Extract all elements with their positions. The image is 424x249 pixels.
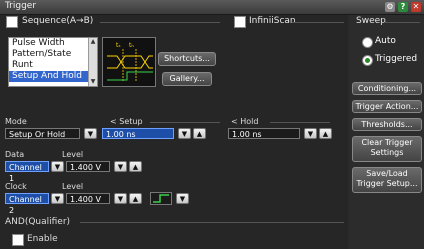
- conditioning-button[interactable]: Conditioning...: [352, 82, 422, 95]
- list-item[interactable]: Pulse Width: [9, 38, 97, 49]
- qualifier-enable-label: Enable: [27, 234, 58, 244]
- clock-label: Clock: [5, 182, 27, 191]
- list-item-selected[interactable]: Setup And Hold: [9, 71, 97, 82]
- clear-trigger-settings-button[interactable]: Clear Trigger Settings: [352, 136, 422, 162]
- shortcuts-button[interactable]: Shortcuts...: [158, 52, 216, 66]
- clear-trigger-label-2: Settings: [370, 148, 404, 157]
- gear-icon[interactable]: ⚙: [385, 2, 395, 12]
- clock-level-field[interactable]: 1.400 V: [66, 193, 110, 204]
- hold-line: [270, 122, 330, 123]
- window-title: Trigger: [5, 1, 37, 11]
- title-bar: Trigger ⚙ ? ✕: [0, 0, 424, 15]
- data-level-increment-button[interactable]: ▲: [129, 161, 142, 172]
- clock-channel-dropdown-button[interactable]: ▼: [51, 193, 64, 204]
- save-load-label-2: Trigger Setup...: [356, 179, 418, 188]
- clock-channel-select[interactable]: Channel 2: [5, 193, 49, 215]
- sweep-triggered-label: Triggered: [375, 54, 418, 64]
- qualifier-line: [80, 222, 344, 223]
- thresholds-button[interactable]: Thresholds...: [352, 118, 422, 131]
- sweep-triggered-radio[interactable]: [362, 55, 373, 66]
- save-load-label-1: Save/Load: [366, 169, 408, 178]
- hold-time-field[interactable]: 1.00 ns: [228, 128, 300, 139]
- setup-line: [150, 122, 220, 123]
- sweep-auto-label: Auto: [375, 36, 396, 46]
- data-channel-dropdown-button[interactable]: ▼: [51, 161, 64, 172]
- trigger-type-list[interactable]: Pulse Width Pattern/State Runt Setup And…: [8, 37, 98, 87]
- right-sidebar: Sweep Auto Triggered Conditioning... Tri…: [350, 15, 424, 249]
- mode-label: Mode: [5, 117, 27, 126]
- list-item[interactable]: Runt: [9, 60, 97, 71]
- divider: [292, 22, 344, 23]
- setup-time-field[interactable]: 1.00 ns: [102, 128, 174, 139]
- data-label: Data: [5, 150, 25, 159]
- qualifier-label: AND(Qualifier): [5, 217, 71, 227]
- data-channel-select[interactable]: Channel 1: [5, 161, 49, 183]
- qualifier-enable-checkbox[interactable]: [12, 234, 24, 246]
- help-icon[interactable]: ?: [398, 2, 408, 12]
- clock-level-increment-button[interactable]: ▲: [129, 193, 142, 204]
- scroll-up-icon[interactable]: ▲: [89, 38, 97, 46]
- setup-label: < Setup: [110, 117, 143, 126]
- mode-select[interactable]: Setup Or Hold: [5, 128, 80, 139]
- edge-dropdown-button[interactable]: ▼: [176, 193, 189, 204]
- data-level-label: Level: [62, 150, 84, 159]
- trigger-action-button[interactable]: Trigger Action...: [352, 100, 422, 113]
- ts-label: tₛ: [116, 42, 121, 49]
- trigger-main-panel: Sequence(A→B) InfiniiScan Pulse Width Pa…: [0, 15, 348, 249]
- clock-level-label: Level: [62, 182, 84, 191]
- sweep-label: Sweep: [356, 16, 386, 26]
- divider: [100, 22, 220, 23]
- setup-hold-diagram-icon: tₛ tₕ: [102, 37, 156, 87]
- setup-decrement-button[interactable]: ▼: [178, 128, 191, 139]
- gallery-button[interactable]: Gallery...: [162, 72, 212, 86]
- scroll-down-icon[interactable]: ▼: [89, 78, 97, 86]
- clear-trigger-label-1: Clear Trigger: [361, 138, 413, 147]
- setup-increment-button[interactable]: ▲: [193, 128, 206, 139]
- th-label: tₕ: [129, 42, 134, 49]
- sequence-checkbox[interactable]: [6, 16, 18, 28]
- data-level-field[interactable]: 1.400 V: [66, 161, 110, 172]
- infiniiscan-checkbox[interactable]: [234, 16, 246, 28]
- clock-level-decrement-button[interactable]: ▼: [114, 193, 127, 204]
- hold-label: < Hold: [231, 117, 259, 126]
- sequence-label: Sequence(A→B): [22, 16, 94, 26]
- list-scrollbar[interactable]: ▲ ▼: [88, 38, 97, 86]
- save-load-trigger-setup-button[interactable]: Save/Load Trigger Setup...: [352, 167, 422, 193]
- mode-dropdown-button[interactable]: ▼: [84, 128, 97, 139]
- sweep-auto-radio[interactable]: [362, 37, 373, 48]
- close-icon[interactable]: ✕: [411, 2, 421, 12]
- divider: [384, 22, 420, 23]
- infiniiscan-label: InfiniiScan: [249, 16, 296, 26]
- hold-increment-button[interactable]: ▲: [319, 128, 332, 139]
- list-item[interactable]: Pattern/State: [9, 49, 97, 60]
- hold-decrement-button[interactable]: ▼: [304, 128, 317, 139]
- data-level-decrement-button[interactable]: ▼: [114, 161, 127, 172]
- rising-edge-icon[interactable]: [150, 192, 172, 205]
